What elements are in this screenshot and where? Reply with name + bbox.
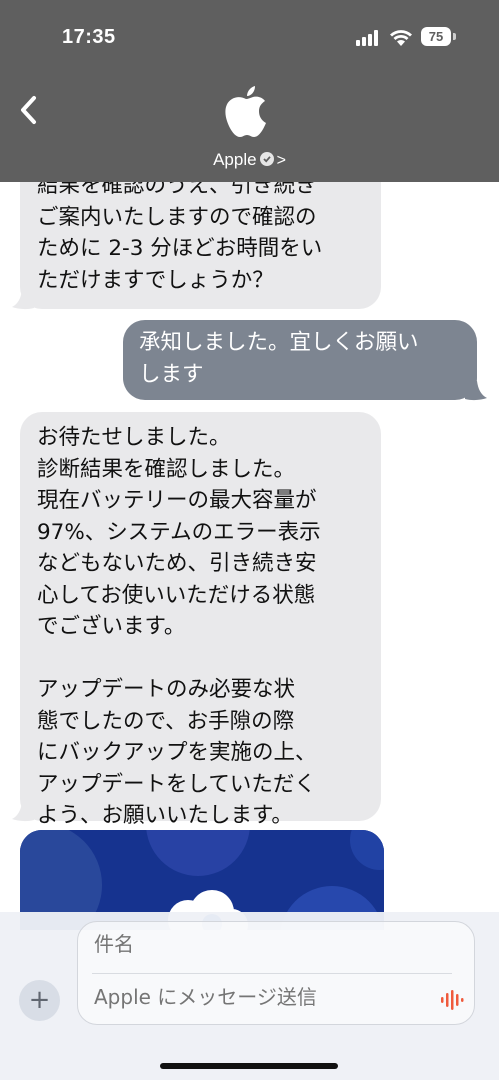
message-input[interactable]	[94, 985, 424, 1009]
contact-name-button[interactable]: Apple >	[0, 150, 499, 170]
plus-button[interactable]: +	[19, 980, 60, 1021]
voice-waveform-icon[interactable]	[439, 989, 465, 1011]
signal-icon	[356, 30, 382, 46]
composer-divider	[92, 973, 452, 974]
message-bubble-received[interactable]: お待たせしました。 診断結果を確認しました。 現在バッテリーの最大容量が 97%…	[20, 412, 381, 828]
message-composer[interactable]	[77, 921, 475, 1025]
contact-name: Apple	[213, 150, 257, 169]
chat-header: 17:35 75 Apple >	[0, 0, 499, 182]
chevron-right-icon: >	[276, 152, 286, 169]
subject-input[interactable]	[94, 932, 454, 956]
bubble-tail	[465, 381, 487, 401]
status-time: 17:35	[62, 26, 116, 48]
bubble-tail	[12, 802, 34, 822]
bubble-tail	[12, 290, 34, 310]
wifi-icon	[390, 30, 412, 46]
battery-icon: 75	[421, 27, 451, 46]
verified-badge-icon	[259, 152, 274, 166]
battery-tip	[453, 33, 456, 40]
back-chevron-icon[interactable]	[14, 90, 46, 130]
apple-logo-icon[interactable]	[220, 82, 272, 140]
message-bubble-sent[interactable]: 承知しました。宜しくお願い します	[123, 320, 477, 400]
home-indicator	[160, 1063, 338, 1069]
